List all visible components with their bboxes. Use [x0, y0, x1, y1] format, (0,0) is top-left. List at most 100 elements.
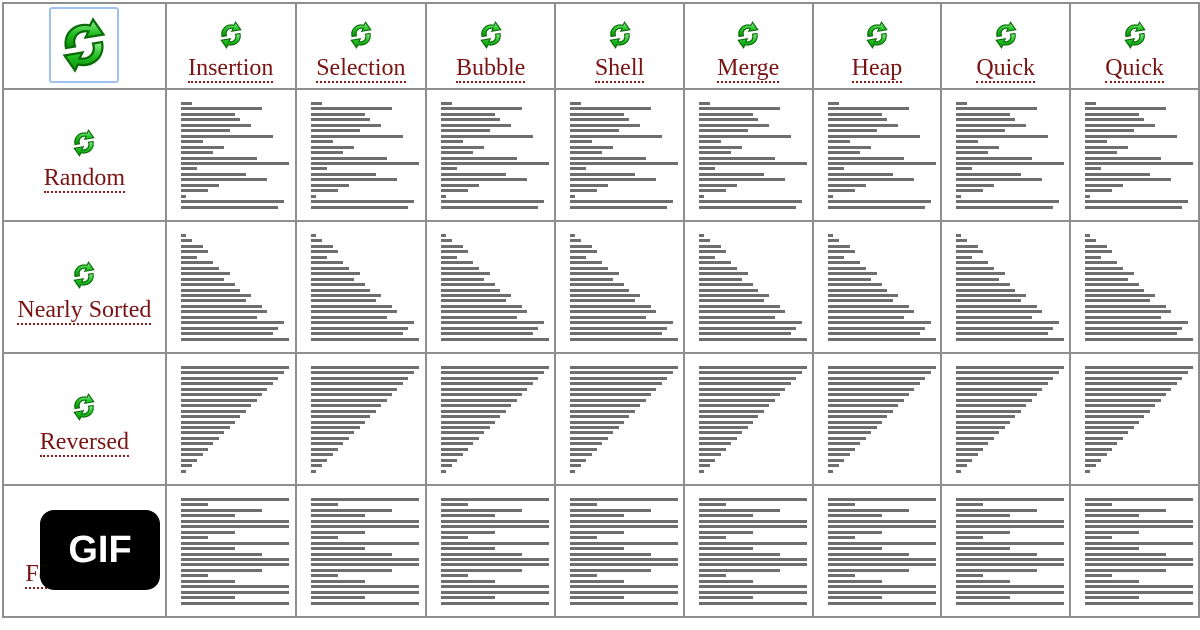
animation-cell[interactable]	[164, 352, 297, 486]
animation-cell[interactable]	[682, 88, 814, 222]
condition-link[interactable]: Reversed	[39, 430, 130, 457]
value-bar	[698, 283, 753, 287]
algorithm-link[interactable]: Heap	[851, 56, 903, 83]
value-bar	[570, 442, 603, 446]
animation-cell[interactable]	[1069, 88, 1200, 222]
refresh-arrows-icon[interactable]	[476, 20, 506, 50]
value-bar	[698, 458, 715, 462]
value-bar	[570, 366, 679, 369]
value-bar	[1085, 151, 1118, 155]
gif-badge[interactable]: GIF	[40, 510, 160, 590]
animation-cell[interactable]	[940, 88, 1072, 222]
value-bar	[827, 118, 887, 122]
algorithm-link[interactable]: Selection	[316, 56, 406, 83]
animation-cell[interactable]	[940, 484, 1072, 618]
value-bar	[570, 151, 603, 155]
value-bar	[570, 326, 668, 330]
animation-cell[interactable]	[424, 220, 557, 354]
refresh-arrows-icon[interactable]	[69, 128, 99, 158]
value-bar	[1085, 431, 1129, 435]
value-bar	[570, 579, 625, 583]
animation-cell[interactable]	[682, 220, 814, 354]
value-bar	[956, 172, 1022, 176]
animation-cell[interactable]	[554, 220, 685, 354]
animation-cell[interactable]	[164, 88, 297, 222]
animation-cell[interactable]	[294, 220, 427, 354]
value-bar	[180, 579, 235, 583]
value-bar	[1085, 315, 1162, 319]
refresh-arrows-icon[interactable]	[862, 20, 892, 50]
value-bar	[440, 442, 473, 446]
animation-cell[interactable]	[811, 484, 943, 618]
value-bar	[440, 293, 511, 297]
refresh-arrows-icon[interactable]	[69, 260, 99, 290]
animation-cell[interactable]	[811, 88, 943, 222]
animation-cell[interactable]	[294, 88, 427, 222]
value-bar	[310, 420, 365, 424]
value-bar	[1085, 503, 1113, 507]
value-bar	[1085, 239, 1097, 243]
animation-cell[interactable]	[164, 220, 297, 354]
value-bar	[310, 552, 392, 556]
refresh-arrows-icon[interactable]	[733, 20, 763, 50]
refresh-arrows-icon[interactable]	[1120, 20, 1150, 50]
value-bar	[440, 557, 549, 561]
animation-cell[interactable]	[1069, 220, 1200, 354]
refresh-arrows-icon[interactable]	[991, 20, 1021, 50]
value-bar	[180, 382, 273, 386]
animation-cell[interactable]	[424, 352, 557, 486]
animation-cell[interactable]	[940, 352, 1072, 486]
refresh-arrows-icon[interactable]	[216, 20, 246, 50]
animation-cell[interactable]	[164, 484, 297, 618]
value-bar	[310, 205, 408, 209]
algorithm-link[interactable]: Bubble	[455, 56, 526, 83]
value-bar	[698, 536, 726, 540]
algorithm-link[interactable]: Merge	[717, 56, 780, 83]
condition-link[interactable]: Random	[43, 166, 126, 193]
algorithm-link[interactable]: Quick	[976, 56, 1035, 83]
value-bar	[698, 178, 785, 182]
algorithm-link[interactable]: Insertion	[188, 56, 274, 83]
animation-cell[interactable]	[554, 352, 685, 486]
value-bar	[956, 272, 1006, 276]
value-bar	[310, 239, 322, 243]
value-bar	[827, 425, 877, 429]
refresh-arrows-icon[interactable]	[69, 392, 99, 422]
condition-link[interactable]: Nearly Sorted	[17, 298, 152, 325]
value-bar	[440, 194, 446, 198]
value-bar	[180, 129, 230, 133]
value-bar	[1085, 393, 1167, 397]
animation-cell[interactable]	[1069, 352, 1200, 486]
algorithm-link[interactable]: Quick	[1105, 56, 1164, 83]
animation-cell[interactable]	[294, 352, 427, 486]
value-bar	[440, 172, 506, 176]
animation-cell[interactable]	[682, 352, 814, 486]
value-bar	[310, 118, 370, 122]
refresh-arrows-icon[interactable]	[605, 20, 635, 50]
animation-cell[interactable]	[811, 352, 943, 486]
value-bar	[956, 315, 1033, 319]
animation-cell[interactable]	[1069, 484, 1200, 618]
value-bar	[1085, 563, 1194, 567]
animation-cell[interactable]	[811, 220, 943, 354]
animation-cell[interactable]	[554, 484, 685, 618]
value-bar	[180, 376, 278, 380]
animation-cell[interactable]	[294, 484, 427, 618]
value-bar	[180, 557, 289, 561]
value-bar	[440, 123, 511, 127]
restart-all-button[interactable]	[49, 6, 120, 83]
algorithm-link[interactable]: Shell	[594, 56, 645, 83]
animation-cell[interactable]	[940, 220, 1072, 354]
value-bar	[570, 205, 668, 209]
algorithm-header-shell: Shell	[554, 2, 685, 90]
animation-cell[interactable]	[554, 88, 685, 222]
value-bar	[570, 112, 625, 116]
animation-cell[interactable]	[424, 484, 557, 618]
value-bar	[310, 172, 376, 176]
value-bar	[440, 371, 544, 375]
animation-cell[interactable]	[682, 484, 814, 618]
refresh-arrows-icon	[62, 16, 106, 73]
refresh-arrows-icon[interactable]	[346, 20, 376, 50]
animation-cell[interactable]	[424, 88, 557, 222]
value-bar	[956, 420, 1011, 424]
